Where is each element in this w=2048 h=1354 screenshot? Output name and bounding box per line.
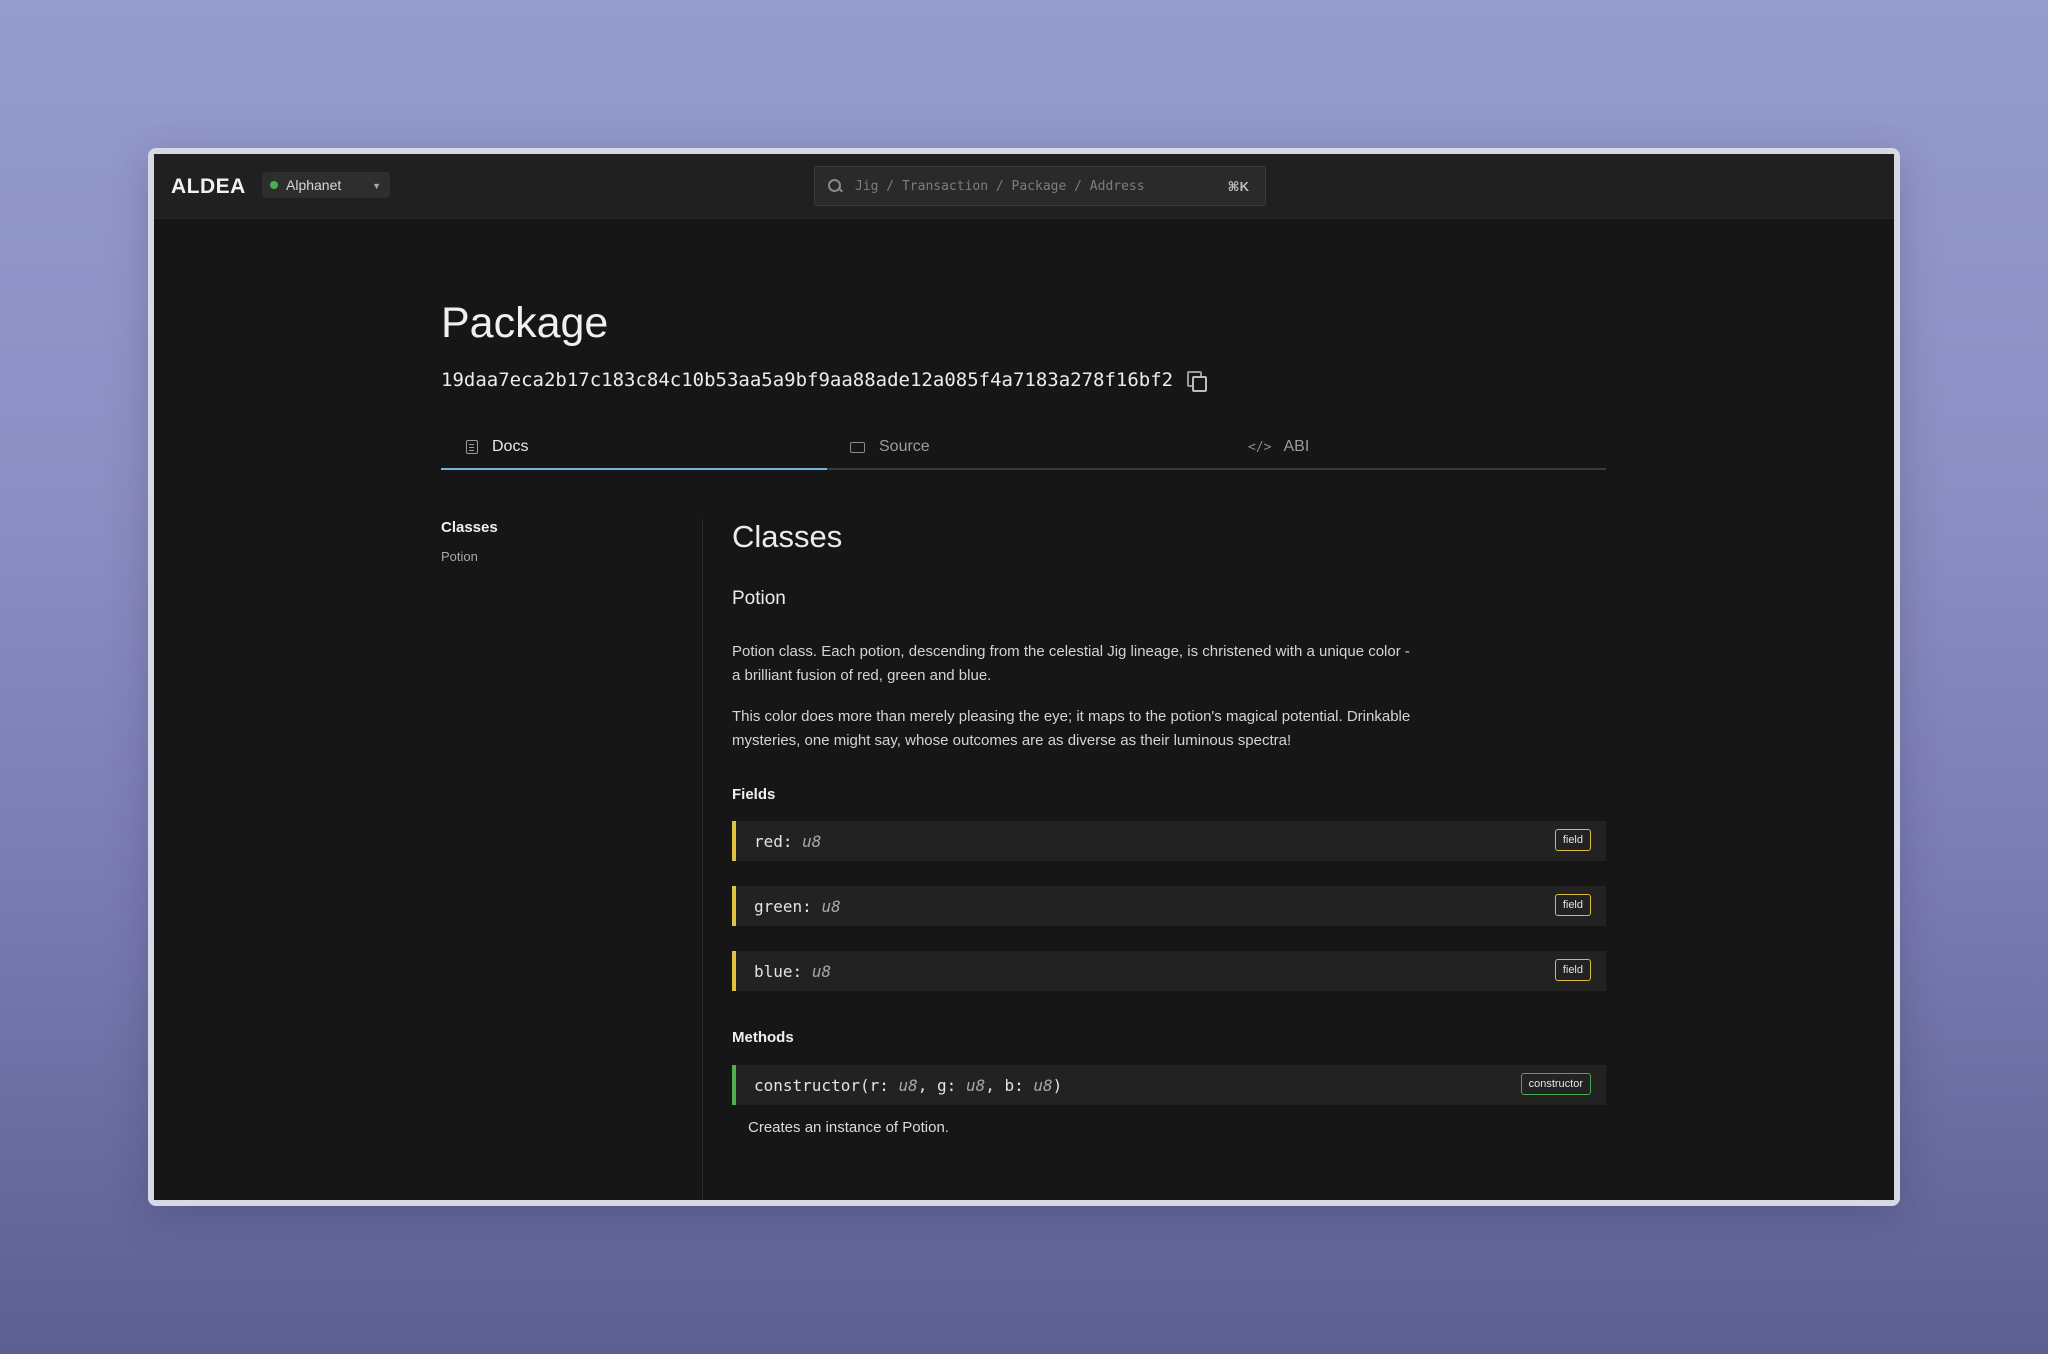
class-description-1: Potion class. Each potion, descending fr… — [732, 643, 1410, 684]
method-name: constructor — [754, 1075, 860, 1095]
param-type: u8 — [1033, 1075, 1053, 1095]
paren-open: ( — [859, 1075, 870, 1095]
param-separator: , — [985, 1075, 1005, 1095]
code-icon: </> — [1248, 439, 1272, 455]
search-bar[interactable]: ⌘K — [814, 166, 1266, 206]
chevron-down-icon: ▼ — [372, 181, 381, 191]
folder-icon — [850, 441, 865, 453]
class-name: Potion — [732, 588, 786, 609]
search-icon — [827, 178, 843, 194]
field-name: green: — [754, 896, 812, 916]
field-type: u8 — [821, 896, 841, 916]
package-hash: 19daa7eca2b17c183c84c10b53aa5a9bf9aa88ad… — [441, 369, 1174, 391]
tab-source-label: Source — [879, 438, 930, 455]
copy-icon[interactable] — [1187, 371, 1208, 392]
document-icon — [466, 440, 478, 454]
field-row-blue: blue: u8 field — [732, 951, 1606, 991]
fields-label: Fields — [732, 786, 776, 803]
aldea-logo[interactable]: ALDEA — [171, 175, 246, 199]
field-row-green: green: u8 field — [732, 886, 1606, 926]
param-type: u8 — [965, 1075, 986, 1095]
param-separator: , — [917, 1075, 938, 1095]
screenshot-frame: ALDEA Alphanet ▼ ⌘K Package 19daa7eca2b1… — [148, 148, 1900, 1206]
methods-label: Methods — [732, 1029, 794, 1046]
field-badge: field — [1554, 829, 1591, 851]
active-tab-indicator — [441, 468, 827, 470]
field-badge: field — [1554, 894, 1591, 916]
package-id-row: 19daa7eca2b17c183c84c10b53aa5a9bf9aa88ad… — [441, 369, 1208, 392]
param-name: b: — [1004, 1075, 1024, 1095]
network-status-dot-icon — [270, 181, 278, 189]
param-type: u8 — [898, 1075, 918, 1095]
param-name: g: — [937, 1075, 957, 1095]
field-name: blue: — [754, 961, 803, 981]
app-window: ALDEA Alphanet ▼ ⌘K Package 19daa7eca2b1… — [154, 154, 1894, 1200]
method-row-constructor: constructor(r: u8, g: u8, b: u8) constru… — [732, 1065, 1606, 1105]
param-name: r: — [869, 1075, 889, 1095]
paren-close: ) — [1052, 1075, 1063, 1095]
field-name: red: — [754, 831, 793, 851]
sidebar-title: Classes — [441, 519, 498, 536]
tab-docs[interactable]: Docs — [466, 424, 528, 470]
field-badge: field — [1554, 959, 1591, 981]
shortcut-hint: ⌘K — [1227, 179, 1249, 194]
search-input[interactable] — [855, 178, 1215, 194]
tab-abi[interactable]: </> ABI — [1248, 424, 1309, 470]
sidebar-item-potion[interactable]: Potion — [441, 549, 478, 564]
network-label: Alphanet — [286, 177, 342, 193]
section-heading: Classes — [732, 519, 843, 554]
class-description-2: This color does more than merely pleasin… — [732, 708, 1411, 749]
tab-source[interactable]: Source — [850, 424, 930, 470]
method-description: Creates an instance of Potion. — [748, 1119, 949, 1136]
field-row-red: red: u8 field — [732, 821, 1606, 861]
tab-docs-label: Docs — [492, 438, 529, 455]
constructor-badge: constructor — [1520, 1073, 1591, 1095]
field-type: u8 — [802, 831, 822, 851]
network-selector[interactable]: Alphanet ▼ — [262, 172, 390, 198]
tab-abi-label: ABI — [1283, 438, 1310, 455]
tab-bar: Docs Source </> ABI — [441, 424, 1606, 470]
top-bar: ALDEA Alphanet ▼ ⌘K — [154, 154, 1894, 219]
docs-sidebar: Classes Potion — [441, 519, 703, 1200]
field-type: u8 — [811, 961, 832, 981]
page-title: Package — [441, 299, 609, 347]
